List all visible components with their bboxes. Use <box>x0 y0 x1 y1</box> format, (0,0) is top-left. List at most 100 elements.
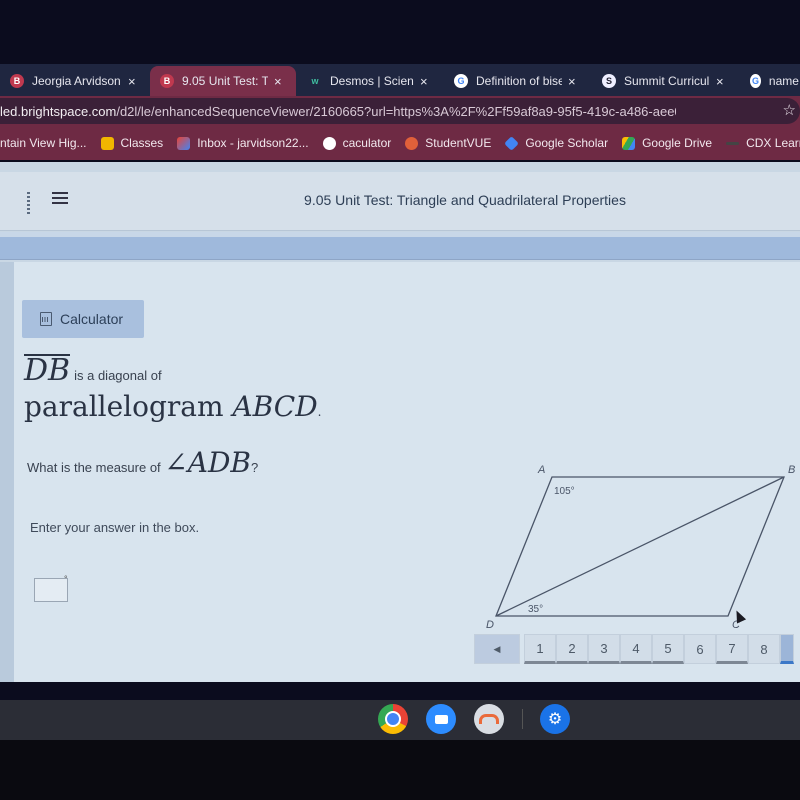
current-page-indicator[interactable] <box>780 634 794 664</box>
question-text: is a diagonal of <box>74 368 162 383</box>
period: . <box>317 405 322 419</box>
brightspace-icon: B <box>10 74 24 88</box>
classroom-icon <box>100 136 114 150</box>
google-icon: G <box>750 74 761 88</box>
drive-icon <box>622 136 636 150</box>
answer-input[interactable] <box>34 578 68 602</box>
close-icon[interactable]: × <box>420 74 428 89</box>
bookmark-label: StudentVUE <box>425 136 492 150</box>
degree-symbol: ° <box>64 574 68 584</box>
page-6-button[interactable]: 6 <box>684 634 716 664</box>
page-2-button[interactable]: 2 <box>556 634 588 664</box>
chrome-icon[interactable] <box>378 704 408 734</box>
tab-strip: B Jeorgia Arvidson × B 9.05 Unit Test: T… <box>0 64 800 96</box>
close-icon[interactable]: × <box>716 74 724 89</box>
diagonal-db <box>495 476 785 617</box>
cdx-icon <box>726 141 740 145</box>
tab-label: Definition of bisector <box>476 74 562 88</box>
shape-name: ABCD <box>232 390 318 423</box>
progress-band <box>0 237 800 260</box>
angle-a-label: 105° <box>554 486 575 497</box>
brightspace-icon: B <box>160 74 174 88</box>
bookmarks-bar: ntain View Hig... Classes Inbox - jarvid… <box>0 126 800 160</box>
app-dock: ⚙ <box>378 704 588 734</box>
app-page: 9.05 Unit Test: Triangle and Quadrilater… <box>0 162 800 682</box>
question-mark: ? <box>251 460 259 475</box>
bookmark-google-drive[interactable]: Google Drive <box>622 136 712 150</box>
calculator-icon <box>40 312 52 326</box>
close-icon[interactable]: × <box>568 74 576 89</box>
bookmark-studentvue[interactable]: StudentVUE <box>405 136 491 150</box>
gmail-icon <box>177 136 191 150</box>
bookmark-google-scholar[interactable]: Google Scholar <box>504 135 609 151</box>
tab-label: Jeorgia Arvidson <box>32 74 121 88</box>
angle-d-label: 35° <box>528 604 543 615</box>
scholar-icon <box>504 135 520 151</box>
url-host: led.brightspace.com <box>0 103 117 119</box>
page-title: 9.05 Unit Test: Triangle and Quadrilater… <box>304 192 626 208</box>
page-8-button[interactable]: 8 <box>748 634 780 664</box>
bookmark-classes[interactable]: Classes <box>100 136 164 150</box>
question-pager: ◀ 1 2 3 4 5 6 7 8 <box>474 634 794 664</box>
vertex-b-label: B <box>788 464 795 476</box>
tab-label: name <box>768 74 799 88</box>
screen-bezel-bottom <box>0 740 800 800</box>
tab-desmos[interactable]: ᴡ Desmos | Scientific × <box>298 66 444 96</box>
prev-page-button[interactable]: ◀ <box>474 634 520 664</box>
bookmark-cdx[interactable]: CDX Learning Syst <box>726 136 800 150</box>
bookmark-label: Classes <box>120 136 164 150</box>
calculator-label: Calculator <box>60 311 124 327</box>
studentvue-icon <box>405 136 419 150</box>
google-icon <box>322 136 336 150</box>
bookmark-label: caculator <box>342 136 392 150</box>
desmos-icon: ᴡ <box>311 76 319 86</box>
chrome-remote-icon[interactable] <box>474 704 504 734</box>
bookmark-inbox[interactable]: Inbox - jarvidson22... <box>177 136 309 150</box>
tab-label: Desmos | Scientific <box>330 74 414 88</box>
question-line-1: DB is a diagonal of <box>24 354 162 386</box>
bookmark-label: CDX Learning Syst <box>746 136 800 150</box>
angle-adb: ∠ADB <box>164 446 252 479</box>
tab-definition-of-bisector[interactable]: G Definition of bisector × <box>444 66 592 96</box>
dock-separator <box>522 709 523 729</box>
app-header: 9.05 Unit Test: Triangle and Quadrilater… <box>0 172 800 231</box>
tab-summit-curriculum[interactable]: S Summit Curriculum × <box>592 66 740 96</box>
page-5-button[interactable]: 5 <box>652 634 684 664</box>
google-icon: G <box>454 74 468 88</box>
instruction-text: Enter your answer in the box. <box>30 520 200 535</box>
question-line-2: parallelogram ABCD. <box>24 390 321 423</box>
question-panel: Calculator DB is a diagonal of parallelog… <box>14 262 800 682</box>
vertex-d-label: D <box>486 619 494 631</box>
tab-label: 9.05 Unit Test: Tri <box>182 74 268 88</box>
tab-label: Summit Curriculum <box>624 74 710 88</box>
settings-icon[interactable]: ⚙ <box>540 704 570 734</box>
bookmark-caculator[interactable]: caculator <box>322 136 392 150</box>
summit-icon: S <box>602 74 616 88</box>
bookmark-label: Inbox - jarvidson22... <box>197 136 309 150</box>
os-shelf: ⚙ <box>0 700 800 740</box>
zoom-icon[interactable] <box>426 704 456 734</box>
close-icon[interactable]: × <box>128 74 136 89</box>
tab-jeorgia-arvidson[interactable]: B Jeorgia Arvidson × <box>0 66 148 96</box>
bookmark-mountain-view[interactable]: ntain View Hig... <box>0 136 87 150</box>
calculator-button[interactable]: Calculator <box>22 300 144 338</box>
tab-unit-test[interactable]: B 9.05 Unit Test: Tri × <box>150 66 296 96</box>
bookmark-label: Google Scholar <box>525 136 609 150</box>
address-bar[interactable]: led.brightspace.com/d2l/le/enhancedSeque… <box>0 98 800 124</box>
bookmark-label: ntain View Hig... <box>0 136 87 150</box>
page-3-button[interactable]: 3 <box>588 634 620 664</box>
bookmark-star-icon[interactable]: ☆ <box>783 101 796 119</box>
ask-text: What is the measure of <box>27 460 161 475</box>
address-bar-row: led.brightspace.com/d2l/le/enhancedSeque… <box>0 96 800 126</box>
close-icon[interactable]: × <box>274 74 282 89</box>
left-rail <box>0 262 14 682</box>
page-4-button[interactable]: 4 <box>620 634 652 664</box>
page-1-button[interactable]: 1 <box>524 634 556 664</box>
segment-db: DB <box>24 353 71 388</box>
bookmark-label: Google Drive <box>642 136 713 150</box>
page-7-button[interactable]: 7 <box>716 634 748 664</box>
tab-name[interactable]: G name <box>740 66 800 96</box>
screen-bezel-top <box>0 0 800 64</box>
vertex-a-label: A <box>537 464 545 476</box>
parallelogram-figure: A B C D 105° 35° <box>486 464 795 631</box>
